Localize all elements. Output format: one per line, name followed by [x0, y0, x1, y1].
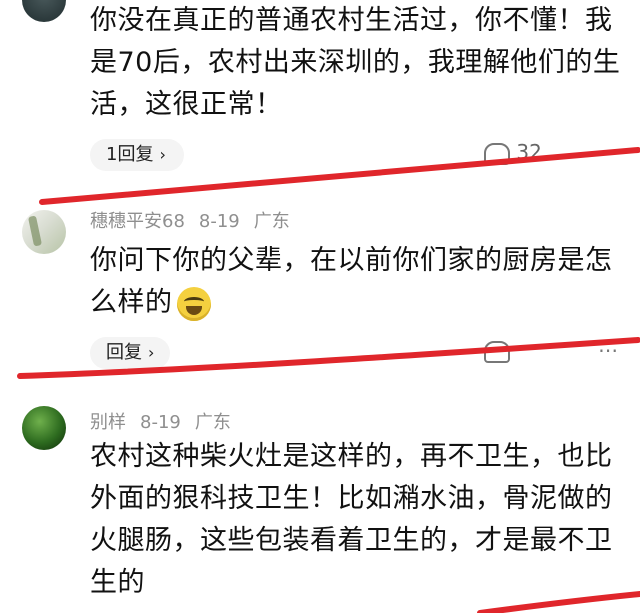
avatar[interactable] [22, 210, 66, 254]
username[interactable]: 别样 [90, 412, 126, 433]
comment-text: 你问下你的父辈，在以前你们家的厨房是怎么样的 [90, 240, 630, 324]
more-icon[interactable]: ⋯ [600, 140, 620, 164]
comment-date: 8-19 [140, 412, 181, 433]
more-icon[interactable]: ⋯ [598, 338, 618, 362]
comment-meta: 别样 8-19 广东 [90, 408, 245, 434]
comment-meta: 穗穗平安68 8-19 广东 [90, 207, 304, 233]
comment-text: 农村这种柴火灶是这样的，再不卫生，也比外面的狠科技卫生！比如潲水油，骨泥做的火腿… [90, 441, 613, 598]
avatar[interactable] [22, 406, 66, 450]
like-count: 32 [516, 140, 542, 164]
username[interactable]: 穗穗平安68 [90, 211, 185, 232]
laughing-crying-emoji-icon [176, 286, 211, 321]
comment-text-content: 你问下你的父辈，在以前你们家的厨房是怎么样的 [90, 245, 613, 318]
heart-icon [484, 142, 510, 165]
reply-button[interactable]: 回复 › [90, 337, 170, 369]
reply-label: 1回复 [106, 144, 154, 165]
reply-button[interactable]: 1回复 › [90, 139, 184, 171]
avatar[interactable] [22, 0, 66, 22]
reply-label: 回复 [106, 342, 142, 363]
like-button[interactable]: 32 [484, 140, 542, 165]
like-button[interactable] [484, 338, 510, 363]
chevron-right-icon: › [159, 145, 166, 164]
chevron-right-icon: › [148, 343, 155, 362]
comment-text: 你没在真正的普通农村生活过，你不懂！我是70后，农村出来深圳的，我理解他们的生活… [90, 5, 621, 120]
comment-location: 广东 [194, 412, 231, 433]
heart-icon [484, 340, 510, 363]
comment-location: 广东 [253, 211, 290, 232]
comment-date: 8-19 [198, 211, 240, 232]
